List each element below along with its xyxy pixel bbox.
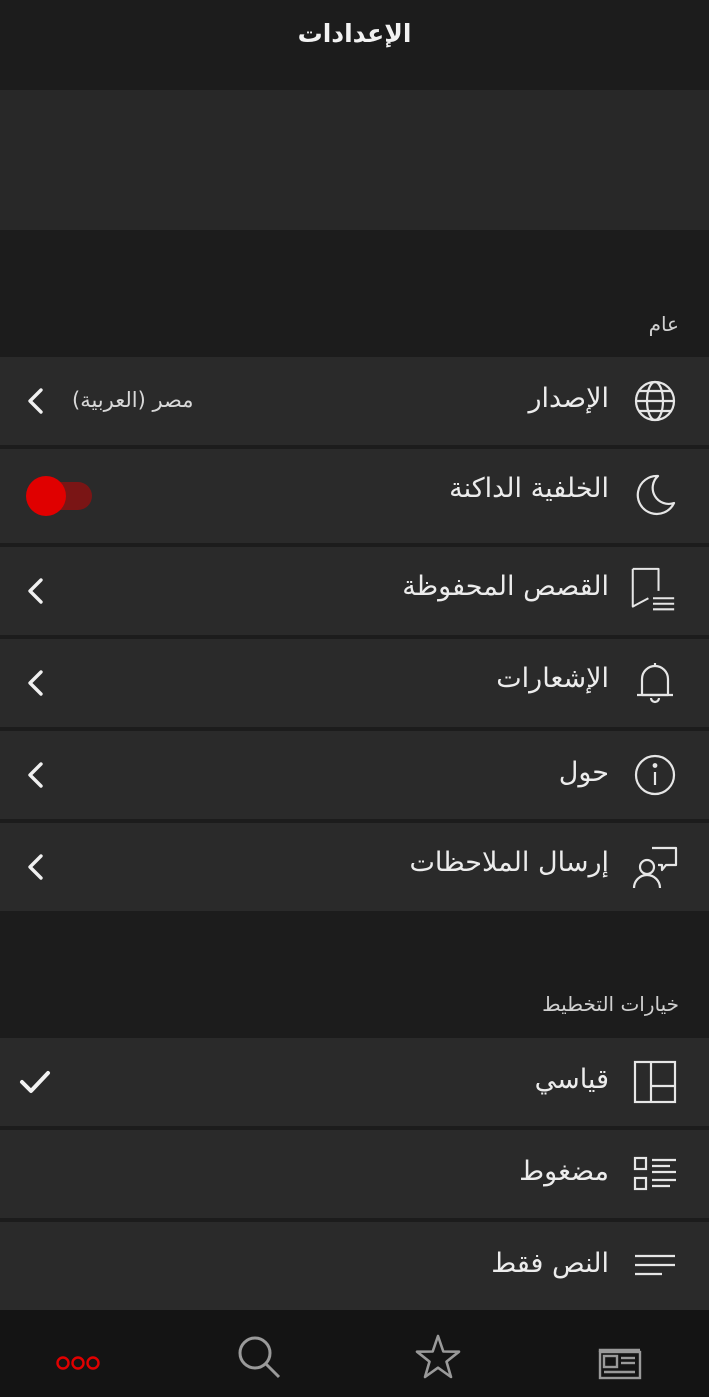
chevron-left-icon <box>22 386 48 416</box>
layout-label-standard: قياسي <box>534 1064 609 1095</box>
checkmark-icon <box>18 1067 52 1097</box>
feedback-icon <box>632 845 678 891</box>
globe-icon <box>632 378 678 424</box>
news-icon[interactable] <box>588 1330 648 1380</box>
layout-option-text-only[interactable]: النص فقط <box>0 1222 709 1310</box>
section-header-general: عام <box>648 312 679 336</box>
edition-value: مصر (العربية) <box>72 388 194 412</box>
page-title: الإعدادات <box>297 19 412 48</box>
layout-option-compact[interactable]: مضغوط <box>0 1130 709 1218</box>
layout-label-text-only: النص فقط <box>491 1248 609 1279</box>
setting-label-saved-stories: القصص المحفوظة <box>402 571 609 602</box>
setting-row-feedback[interactable]: إرسال الملاحظات <box>0 823 709 911</box>
setting-row-notifications[interactable]: الإشعارات <box>0 639 709 727</box>
search-icon[interactable] <box>228 1330 288 1380</box>
layout-label-compact: مضغوط <box>519 1156 609 1187</box>
setting-row-edition[interactable]: الإصدار مصر (العربية) <box>0 357 709 445</box>
chevron-left-icon <box>22 852 48 882</box>
setting-row-saved-stories[interactable]: القصص المحفوظة <box>0 547 709 635</box>
setting-label-notifications: الإشعارات <box>496 663 609 694</box>
chevron-left-icon <box>22 760 48 790</box>
setting-label-about: حول <box>558 757 609 788</box>
dark-mode-toggle[interactable] <box>26 474 92 518</box>
header-bar: الإعدادات <box>0 0 709 90</box>
setting-label-dark-mode: الخلفية الداكنة <box>449 473 609 504</box>
section-header-layout: خيارات التخطيط <box>542 992 679 1016</box>
banner-placeholder <box>0 90 709 230</box>
more-icon[interactable] <box>48 1330 108 1380</box>
standard-layout-icon <box>632 1059 678 1105</box>
setting-row-dark-mode: الخلفية الداكنة <box>0 449 709 543</box>
star-icon[interactable] <box>408 1330 468 1380</box>
bookmark-list-icon <box>630 567 676 613</box>
info-icon <box>632 752 678 798</box>
bell-icon <box>632 659 678 705</box>
setting-row-about[interactable]: حول <box>0 731 709 819</box>
toggle-knob <box>26 476 66 516</box>
compact-layout-icon <box>632 1151 678 1197</box>
setting-label-edition: الإصدار <box>528 383 609 414</box>
layout-option-standard[interactable]: قياسي <box>0 1038 709 1126</box>
setting-label-feedback: إرسال الملاحظات <box>409 847 609 878</box>
text-only-icon <box>632 1243 678 1289</box>
moon-icon <box>632 472 678 518</box>
bottom-nav <box>0 1310 709 1397</box>
chevron-left-icon <box>22 576 48 606</box>
chevron-left-icon <box>22 668 48 698</box>
